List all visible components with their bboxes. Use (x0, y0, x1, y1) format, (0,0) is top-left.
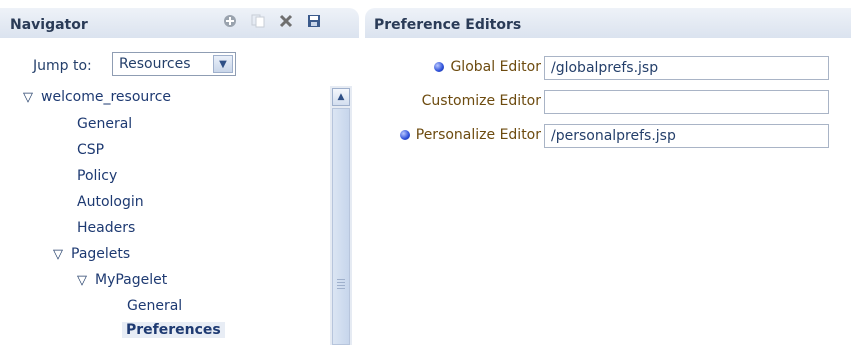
navigator-title: Navigator (10, 17, 88, 33)
expand-triangle-icon[interactable]: ▽ (23, 90, 41, 105)
jump-to-select[interactable]: Resources ▼ (112, 52, 236, 76)
preference-editors-title: Preference Editors (374, 17, 522, 33)
grip-icon (337, 279, 345, 291)
expand-triangle-icon[interactable]: ▽ (53, 247, 71, 262)
personalize-editor-input[interactable] (544, 124, 829, 148)
customize-editor-label: Customize Editor (422, 93, 541, 109)
tree-item-label: Autologin (77, 194, 144, 210)
scrollbar-thumb[interactable] (332, 108, 350, 345)
navigator-panel: Navigator Jump to: Resources ▼ ▽ welcome_… (0, 0, 359, 345)
save-icon[interactable] (306, 13, 322, 29)
copy-icon[interactable] (250, 13, 266, 29)
jump-to-label: Jump to: (33, 58, 92, 74)
tree-item-label: welcome_resource (41, 89, 172, 105)
add-icon[interactable] (222, 13, 238, 29)
tree-scrollbar[interactable]: ▲ (330, 86, 352, 345)
required-dot-icon (434, 62, 445, 72)
tree-item-label: General (77, 116, 133, 132)
tree-item-policy[interactable]: Policy (77, 168, 117, 184)
customize-editor-input[interactable] (544, 90, 829, 114)
tree-item-mypagelet[interactable]: ▽ MyPagelet (77, 272, 167, 288)
navigator-header: Navigator (0, 8, 359, 38)
expand-triangle-icon[interactable]: ▽ (77, 273, 95, 288)
tree-item-label: Policy (77, 168, 118, 184)
customize-editor-label-text: Customize Editor (421, 93, 541, 109)
required-dot-icon (399, 130, 410, 140)
tree-item-welcome-resource[interactable]: ▽ welcome_resource (23, 89, 171, 105)
global-editor-input[interactable] (544, 56, 829, 80)
tree-item-label: General (127, 298, 183, 314)
tree-item-label: Headers (77, 220, 136, 236)
tree-item-autologin[interactable]: Autologin (77, 194, 144, 210)
customize-editor-row: Customize Editor (365, 90, 851, 114)
personalize-editor-label: Personalize Editor (399, 127, 541, 143)
tree-item-label: MyPagelet (95, 272, 168, 288)
tree-item-csp[interactable]: CSP (77, 142, 104, 158)
jump-to-value: Resources (119, 56, 191, 72)
tree-item-general[interactable]: General (77, 116, 132, 132)
personalize-editor-label-text: Personalize Editor (415, 127, 541, 143)
global-editor-row: Global Editor (365, 56, 851, 80)
tree-item-pagelets[interactable]: ▽ Pagelets (53, 246, 130, 262)
tree-item-preferences[interactable]: Preferences (122, 322, 225, 338)
tree-item-label: CSP (77, 142, 105, 158)
tree-item-label: Pagelets (71, 246, 131, 262)
global-editor-label-text: Global Editor (450, 59, 541, 75)
navigator-tree: ▽ welcome_resource General CSP Policy Aut… (0, 86, 330, 345)
preference-editors-header: Preference Editors (365, 8, 851, 38)
personalize-editor-row: Personalize Editor (365, 124, 851, 148)
navigator-toolbar (222, 13, 322, 29)
scroll-up-icon[interactable]: ▲ (332, 88, 350, 106)
delete-icon[interactable] (278, 13, 294, 29)
tree-item-headers[interactable]: Headers (77, 220, 135, 236)
tree-item-label: Preferences (126, 322, 221, 338)
global-editor-label: Global Editor (434, 59, 541, 75)
tree-item-mypagelet-general[interactable]: General (127, 298, 182, 314)
chevron-down-icon[interactable]: ▼ (213, 55, 233, 73)
